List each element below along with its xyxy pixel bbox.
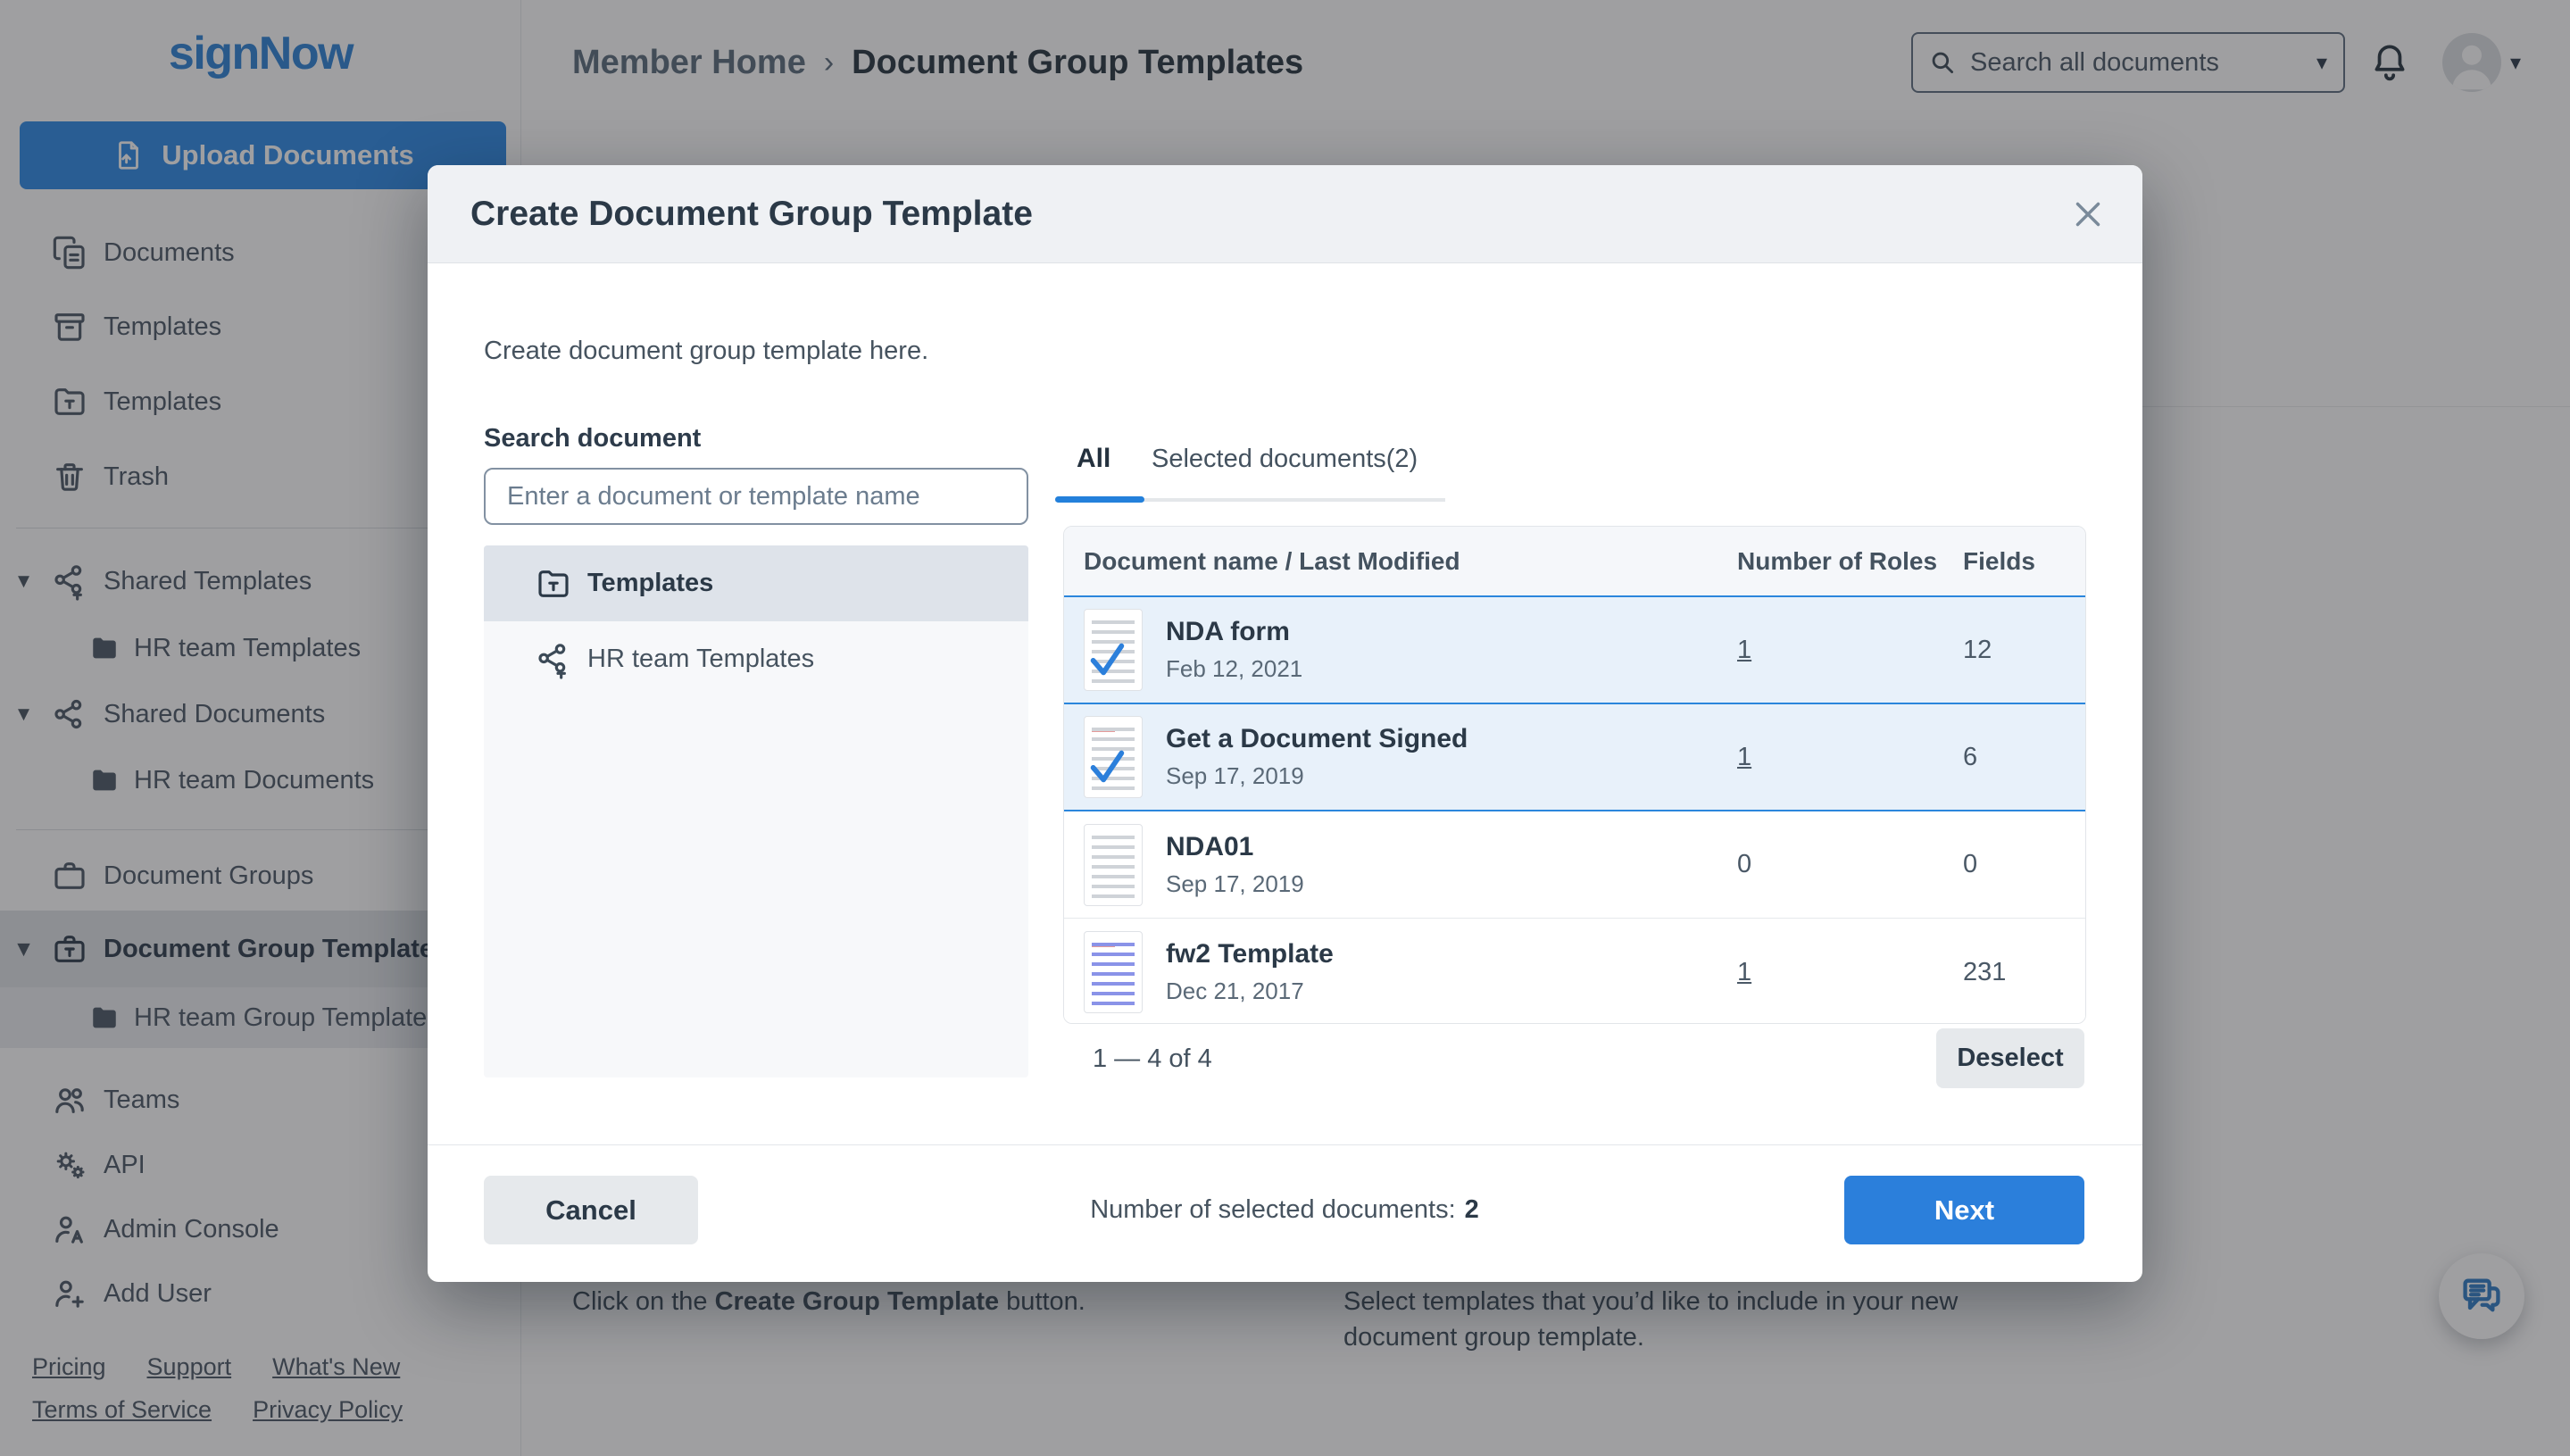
document-thumbnail bbox=[1084, 609, 1143, 691]
folder-list: Templates HR team Templates bbox=[484, 545, 1028, 1077]
table-header-row: Document name / Last Modified Number of … bbox=[1064, 527, 2085, 597]
roles-link[interactable]: 1 bbox=[1737, 743, 1751, 771]
table-row[interactable]: NDA01 Sep 17, 2019 0 0 bbox=[1064, 811, 2085, 919]
column-header-roles: Number of Roles bbox=[1737, 547, 1963, 576]
app-screen: signNow Upload Documents Documents Templ… bbox=[0, 0, 2570, 1456]
folder-item-hr-team-templates[interactable]: HR team Templates bbox=[484, 621, 1028, 697]
fields-count: 12 bbox=[1963, 636, 2085, 665]
document-thumbnail bbox=[1084, 716, 1143, 798]
selected-count-text: Number of selected documents:2 bbox=[927, 1176, 1642, 1244]
document-thumbnail bbox=[1084, 824, 1143, 906]
folder-templates-icon bbox=[536, 566, 571, 602]
create-document-group-template-modal: Create Document Group Template Create do… bbox=[428, 165, 2142, 1282]
folder-item-label: HR team Templates bbox=[587, 645, 814, 674]
document-name: fw2 Template bbox=[1166, 939, 1334, 969]
documents-table: Document name / Last Modified Number of … bbox=[1063, 526, 2086, 1024]
document-name: NDA form bbox=[1166, 617, 1302, 647]
tab-selected-documents[interactable]: Selected documents(2) bbox=[1152, 445, 1418, 474]
fields-count: 231 bbox=[1963, 958, 2085, 987]
modal-intro-text: Create document group template here. bbox=[484, 337, 928, 366]
check-icon bbox=[1085, 744, 1129, 788]
pagination-label: 1 — 4 of 4 bbox=[1093, 1044, 1212, 1074]
folder-item-templates[interactable]: Templates bbox=[484, 545, 1028, 621]
modal-footer-divider bbox=[428, 1144, 2142, 1145]
folder-item-label: Templates bbox=[587, 569, 713, 598]
roles-link[interactable]: 1 bbox=[1737, 636, 1751, 664]
document-date: Dec 21, 2017 bbox=[1166, 978, 1334, 1005]
column-header-fields: Fields bbox=[1963, 547, 2085, 576]
document-date: Sep 17, 2019 bbox=[1166, 870, 1304, 898]
tab-active-indicator bbox=[1055, 496, 1144, 503]
document-date: Feb 12, 2021 bbox=[1166, 655, 1302, 683]
modal-title: Create Document Group Template bbox=[470, 165, 1033, 263]
close-icon[interactable] bbox=[2067, 194, 2108, 235]
document-name: Get a Document Signed bbox=[1166, 724, 1468, 754]
cancel-button[interactable]: Cancel bbox=[484, 1176, 698, 1244]
table-row[interactable]: Get a Document Signed Sep 17, 2019 1 6 bbox=[1064, 704, 2085, 811]
document-thumbnail bbox=[1084, 931, 1143, 1013]
table-row[interactable]: fw2 Template Dec 21, 2017 1 231 bbox=[1064, 919, 2085, 1024]
document-date: Sep 17, 2019 bbox=[1166, 762, 1468, 790]
check-icon bbox=[1085, 636, 1129, 681]
selected-count-value: 2 bbox=[1465, 1195, 1479, 1225]
share-templates-icon bbox=[536, 642, 571, 678]
roles-link[interactable]: 1 bbox=[1737, 958, 1751, 986]
roles-value: 0 bbox=[1737, 850, 1751, 878]
document-name: NDA01 bbox=[1166, 832, 1304, 862]
fields-count: 0 bbox=[1963, 850, 2085, 879]
document-search-input[interactable] bbox=[484, 468, 1028, 525]
table-row[interactable]: NDA form Feb 12, 2021 1 12 bbox=[1064, 597, 2085, 704]
fields-count: 6 bbox=[1963, 743, 2085, 772]
tab-all[interactable]: All bbox=[1077, 444, 1110, 474]
column-header-name: Document name / Last Modified bbox=[1064, 547, 1737, 576]
deselect-button[interactable]: Deselect bbox=[1936, 1028, 2084, 1088]
search-document-label: Search document bbox=[484, 424, 701, 453]
next-button[interactable]: Next bbox=[1844, 1176, 2084, 1244]
